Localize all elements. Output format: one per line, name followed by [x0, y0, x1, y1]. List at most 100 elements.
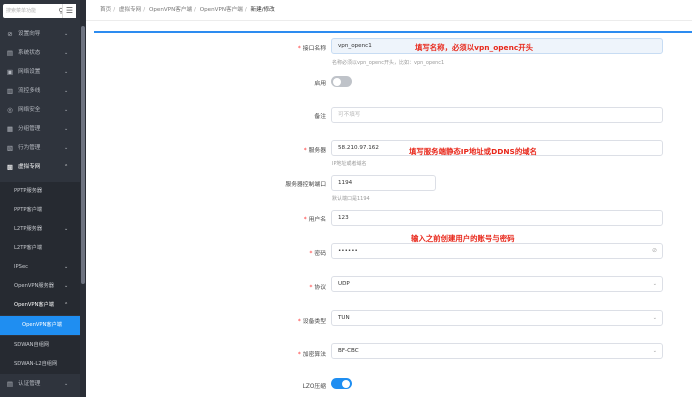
chevron-down-icon: ⌄ [64, 31, 69, 37]
sidebar-item-label: 网络安全 [18, 107, 41, 113]
sidebar-subitem-sdwan-l2[interactable]: SDWAN-L2自组网 [0, 355, 80, 374]
security-icon: ◎ [7, 106, 13, 114]
behavior-icon: ▧ [6, 144, 14, 152]
name-annotation: 填写名称，必须以vpn_openc开头 [415, 43, 533, 52]
sidebar: 搜索菜单功能 ⚲ ☰ ⊘ 设置向导 ⌄ ▤ 系统状态 ⌄ ▣ 网络设置 ⌄ ▥ … [0, 0, 86, 397]
breadcrumb-openvpn-client-list[interactable]: OpenVPN客户端 [200, 7, 243, 13]
interface-name-hint: 名称必须以vpn_openc开头，比如：vpn_openc1 [332, 60, 445, 66]
menu-toggle-icon[interactable]: ☰ [62, 4, 76, 18]
lzo-label: LZO压缩 [302, 384, 326, 390]
sidebar-subitem-openvpn-client-group[interactable]: OpenVPN客户端 ⌃ [0, 296, 80, 315]
breadcrumb-vpn[interactable]: 虚拟专网 [119, 7, 141, 13]
username-input[interactable]: 123 [331, 210, 663, 226]
chevron-down-icon: ⌄ [652, 281, 657, 287]
sidebar-item-label: 网络设置 [18, 69, 41, 75]
sidebar-item-system-status[interactable]: ▤ 系统状态 ⌄ [0, 44, 80, 63]
sidebar-item-group-management[interactable]: ▦ 分组管理 ⌄ [0, 120, 80, 139]
breadcrumb-openvpn-client[interactable]: OpenVPN客户端 [149, 7, 192, 13]
sidebar-subitem-ipsec[interactable]: IPSec ⌄ [0, 258, 80, 277]
network-icon: ▣ [6, 68, 14, 76]
eye-hide-icon[interactable]: ⊘ [652, 244, 657, 258]
vpn-icon: ▩ [6, 163, 14, 171]
sidebar-item-label: 流控多线 [18, 88, 41, 94]
breadcrumb-separator: / [194, 7, 196, 13]
device-type-label: * 设备类型 [297, 319, 326, 325]
sidebar-subitem-label: PPTP客户端 [14, 207, 43, 213]
sidebar-subitem-label: IPSec [14, 264, 28, 270]
chevron-down-icon: ⌄ [64, 69, 69, 75]
chevron-down-icon: ⌄ [64, 381, 69, 387]
device-type-select[interactable]: TUN ⌄ [331, 310, 663, 326]
chevron-down-icon: ⌄ [652, 348, 657, 354]
remark-input[interactable]: 可不填写 [331, 107, 663, 123]
sidebar-subitem-label: OpenVPN服务器 [14, 283, 54, 289]
sidebar-item-label: 设置向导 [18, 31, 41, 37]
breadcrumb-current: 新建/修改 [250, 7, 275, 13]
interface-name-label: * 接口名称 [297, 46, 326, 52]
breadcrumb-separator: / [113, 7, 116, 13]
chevron-down-icon: ⌄ [64, 88, 69, 94]
sidebar-subitem-l2tp-server[interactable]: L2TP服务器 ⌄ [0, 220, 80, 239]
sidebar-item-flow-control[interactable]: ▥ 流控多线 ⌄ [0, 82, 80, 101]
sidebar-subitem-label: L2TP服务器 [14, 226, 43, 232]
sidebar-item-behavior-management[interactable]: ▧ 行为管理 ⌄ [0, 139, 80, 158]
chevron-up-icon: ⌃ [64, 302, 69, 308]
sidebar-subitem-openvpn-server[interactable]: OpenVPN服务器 ⌄ [0, 277, 80, 296]
auth-icon: ▤ [6, 380, 14, 388]
chevron-down-icon: ⌄ [64, 226, 69, 232]
chevron-down-icon: ⌄ [64, 264, 69, 270]
breadcrumb-home[interactable]: 首页 [100, 7, 111, 13]
sidebar-item-network-settings[interactable]: ▣ 网络设置 ⌄ [0, 63, 80, 82]
sidebar-subitem-label: OpenVPN客户端 [22, 322, 62, 328]
lzo-toggle[interactable] [331, 378, 352, 389]
chevron-down-icon: ⌄ [652, 315, 657, 321]
cipher-select[interactable]: BF-CBC ⌄ [331, 343, 663, 359]
sidebar-item-vpn[interactable]: ▩ 虚拟专网 ⌃ [0, 158, 80, 177]
sidebar-subitem-label: OpenVPN客户端 [14, 302, 54, 308]
group-icon: ▦ [6, 125, 14, 133]
server-hint: IP地址或者域名 [332, 161, 367, 167]
status-icon: ▤ [6, 49, 14, 57]
sidebar-item-network-security[interactable]: ◎ 网络安全 ⌄ [0, 101, 80, 120]
server-port-input[interactable]: 1194 [331, 175, 436, 191]
sidebar-item-auth-management[interactable]: ▤ 认证管理 ⌄ [0, 375, 80, 394]
sidebar-item-label: 虚拟专网 [18, 164, 41, 170]
enable-label: 启用 [314, 81, 326, 87]
sidebar-item-label: 系统状态 [18, 50, 41, 56]
sidebar-subitem-label: PPTP服务器 [14, 188, 43, 194]
protocol-select[interactable]: UDP ⌄ [331, 276, 663, 292]
form-header-line [94, 31, 692, 33]
sidebar-subitem-label: SDWAN-L2自组网 [14, 361, 58, 367]
sidebar-scrollbar-thumb[interactable] [81, 26, 85, 284]
sidebar-item-setup-wizard[interactable]: ⊘ 设置向导 ⌄ [0, 25, 80, 44]
chevron-down-icon: ⌄ [64, 50, 69, 56]
chevron-down-icon: ⌄ [64, 126, 69, 132]
server-port-label: 服务器控制端口 [285, 182, 326, 188]
protocol-label: * 协议 [309, 285, 326, 291]
sidebar-subitem-l2tp-client[interactable]: L2TP客户端 [0, 239, 80, 258]
server-label: * 服务器 [303, 148, 326, 154]
sidebar-subitem-sdwan[interactable]: SDWAN自组网 [0, 336, 80, 355]
password-input[interactable]: •••••• ⊘ [331, 243, 663, 259]
server-annotation: 填写服务端静态IP地址或DDNS的域名 [409, 147, 538, 156]
sidebar-subitem-pptp-client[interactable]: PPTP客户端 [0, 201, 80, 220]
cipher-label: * 加密算法 [297, 352, 326, 358]
breadcrumb-separator: / [143, 7, 146, 13]
sidebar-item-label: 分组管理 [18, 126, 41, 132]
sidebar-subitem-openvpn-client[interactable]: OpenVPN客户端 [0, 316, 80, 335]
wizard-icon: ⊘ [7, 30, 13, 38]
password-label: * 密码 [309, 251, 326, 257]
sidebar-subitem-label: SDWAN自组网 [14, 342, 50, 348]
username-label: * 用户名 [303, 217, 326, 223]
toggle-knob [333, 77, 341, 86]
toggle-knob [342, 379, 350, 388]
chevron-down-icon: ⌄ [64, 283, 69, 289]
sidebar-subitem-label: L2TP客户端 [14, 245, 43, 251]
flow-control-icon: ▥ [6, 87, 14, 95]
enable-toggle[interactable] [331, 76, 352, 87]
chevron-down-icon: ⌄ [64, 145, 69, 151]
sidebar-subitem-pptp-server[interactable]: PPTP服务器 [0, 182, 80, 201]
sidebar-item-label: 认证管理 [18, 381, 41, 387]
remark-label: 备注 [314, 114, 326, 120]
chevron-up-icon: ⌃ [64, 164, 69, 170]
